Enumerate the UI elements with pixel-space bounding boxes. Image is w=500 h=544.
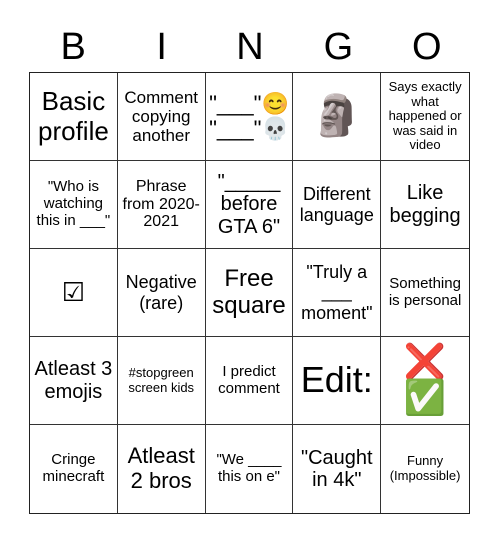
bingo-cell[interactable]: Different language: [293, 161, 382, 249]
bingo-cell[interactable]: ❌ ✅: [381, 337, 469, 425]
header-letter-i: I: [156, 26, 167, 68]
bingo-board: Basic profile Comment copying another "_…: [29, 72, 470, 514]
bingo-cell[interactable]: Funny (Impossible): [381, 425, 469, 513]
bingo-cell[interactable]: Phrase from 2020-2021: [117, 161, 206, 249]
bingo-cell[interactable]: Negative (rare): [117, 249, 206, 337]
bingo-cell[interactable]: "Who is watching this in ___": [30, 161, 118, 249]
bingo-cell[interactable]: Something is personal: [381, 249, 469, 337]
bingo-cell[interactable]: ☑: [30, 249, 118, 337]
bingo-cell[interactable]: 🗿: [293, 73, 382, 161]
header-letter-b: B: [60, 26, 86, 68]
bingo-cell[interactable]: Atleast 2 bros: [118, 425, 206, 513]
bingo-cell[interactable]: "_____ before GTA 6": [205, 161, 294, 249]
bingo-cell[interactable]: "Truly a ___ moment": [293, 249, 382, 337]
bingo-cell[interactable]: I predict comment: [205, 337, 294, 425]
bingo-cell[interactable]: Cringe minecraft: [30, 425, 118, 513]
bingo-cell[interactable]: #stopgreen screen kids: [117, 337, 206, 425]
header-letter-n: N: [236, 26, 264, 68]
bingo-cell[interactable]: Atleast 3 emojis: [30, 337, 118, 425]
bingo-cell[interactable]: Like begging: [381, 161, 469, 249]
bingo-cell-free-square[interactable]: Free square: [205, 249, 294, 337]
bingo-cell[interactable]: Edit:: [293, 337, 382, 425]
bingo-cell[interactable]: Comment copying another: [117, 73, 206, 161]
bingo-cell[interactable]: Basic profile: [30, 73, 118, 161]
bingo-cell[interactable]: "Caught in 4k": [293, 425, 382, 513]
bingo-cell[interactable]: "We ____ this on e": [206, 425, 294, 513]
bingo-cell[interactable]: Says exactly what happened or was said i…: [381, 73, 469, 161]
header-letter-o: O: [412, 26, 442, 68]
bingo-cell[interactable]: "___"😊 "___"💀: [205, 73, 294, 161]
header-letter-g: G: [323, 26, 354, 68]
bingo-header: B I N G O: [29, 24, 471, 70]
